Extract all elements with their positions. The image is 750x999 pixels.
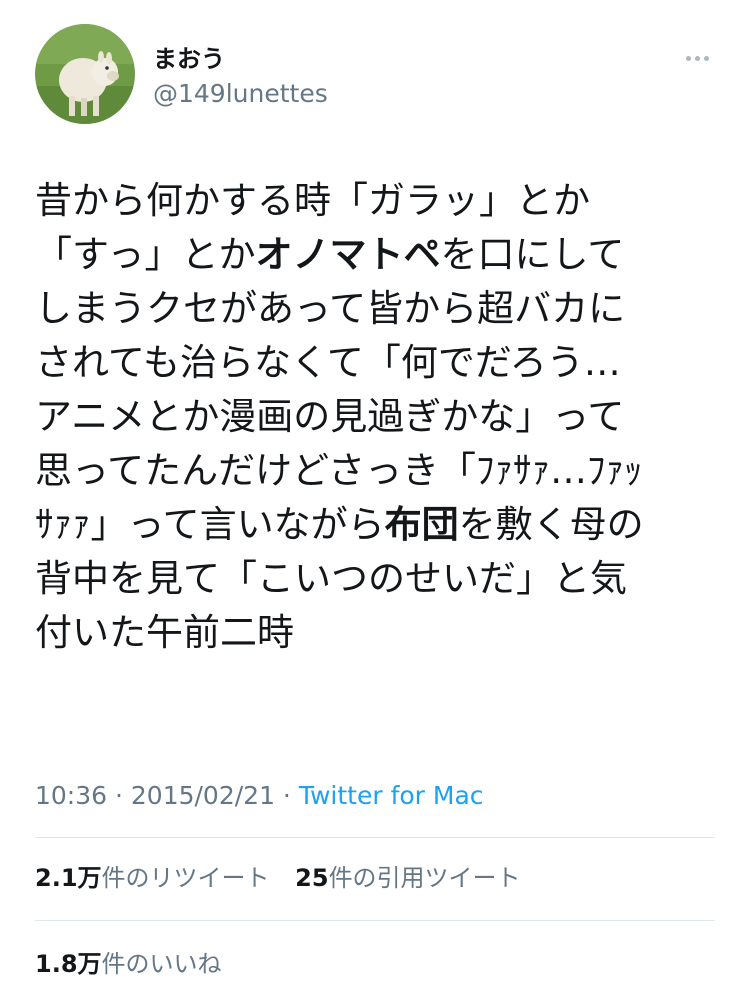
tweet-text-segment: しまうクセがあって皆から超バカに — [35, 287, 626, 330]
user-handle[interactable]: @149lunettes — [153, 78, 328, 110]
tweet-text-line: 背中を見て「こいつのせいだ」と気 — [35, 552, 720, 606]
alpaca-avatar-icon — [35, 24, 135, 124]
tweet-text-segment: 背中を見て「こいつのせいだ」と気 — [35, 557, 627, 600]
more-dot-icon — [694, 55, 700, 61]
tweet-meta: 10:36 · 2015/02/21 · Twitter for Mac — [35, 778, 484, 814]
tweet-text-segment: ｻｧｧ」って言いながら — [35, 503, 385, 546]
tweet-text: 昔から何かする時「ガラッ」とか 「すっ」とかオノマトペを口にして しまうクセがあって… — [35, 174, 720, 660]
quotes-count: 25 — [295, 864, 329, 892]
more-dot-icon — [703, 55, 709, 61]
tweet-text-segment: 思ってたんだけどさっき「ﾌｧｻｧ…ﾌｧｯ — [35, 449, 643, 492]
tweet-text-segment: アニメとか漫画の見過ぎかな」って — [35, 395, 625, 438]
quotes-label: 件の引用ツイート — [328, 864, 521, 892]
tweet-text-line: 昔から何かする時「ガラッ」とか — [35, 174, 720, 228]
likes-count: 1.8万 — [35, 950, 102, 978]
tweet-text-segment: を敷く母の — [458, 503, 644, 546]
tweet-text-line: 思ってたんだけどさっき「ﾌｧｻｧ…ﾌｧｯ — [35, 444, 720, 498]
likes-stat[interactable]: 1.8万件のいいね — [35, 950, 222, 978]
display-name[interactable]: まおう — [153, 44, 328, 74]
tweet-text-segment: を口にして — [440, 233, 625, 276]
more-dot-icon — [685, 55, 691, 61]
tweet-text-line: ｻｧｧ」って言いながら布団を敷く母の — [35, 498, 720, 552]
tweet-text-line: 付いた午前二時 — [35, 606, 720, 660]
tweet-text-line: されても治らなくて「何でだろう… — [35, 336, 720, 390]
tweet-text-bold-segment: オノマトペ — [255, 233, 441, 276]
quotes-stat[interactable]: 25件の引用ツイート — [295, 864, 520, 892]
tweet-text-bold-segment: 布団 — [384, 503, 459, 546]
tweet-time[interactable]: 10:36 — [35, 781, 107, 810]
retweets-label: 件のリツイート — [101, 864, 270, 892]
more-options-button[interactable] — [677, 48, 717, 68]
tweet-client-link[interactable]: Twitter for Mac — [299, 781, 484, 810]
engagement-stats-row: 2.1万件のリツイート 25件の引用ツイート — [35, 860, 539, 896]
tweet-text-line: しまうクセがあって皆から超バカに — [35, 282, 720, 336]
author-names: まおう @149lunettes — [153, 44, 328, 110]
tweet-text-segment: されても治らなくて「何でだろう… — [35, 341, 621, 384]
tweet-text-segment: 昔から何かする時「ガラッ」とか — [35, 179, 590, 222]
divider — [35, 920, 715, 921]
tweet-text-line: 「すっ」とかオノマトペを口にして — [35, 228, 720, 282]
tweet-text-segment: 「すっ」とか — [35, 233, 256, 276]
retweets-stat[interactable]: 2.1万件のリツイート — [35, 864, 270, 892]
divider — [35, 837, 715, 838]
avatar[interactable] — [35, 24, 135, 124]
tweet-date[interactable]: 2015/02/21 — [131, 781, 275, 810]
tweet-header: まおう @149lunettes — [35, 24, 725, 130]
likes-label: 件のいいね — [101, 950, 222, 978]
retweets-count: 2.1万 — [35, 864, 102, 892]
tweet-text-segment: 付いた午前二時 — [35, 611, 294, 654]
meta-separator: · — [107, 781, 131, 810]
tweet-text-line: アニメとか漫画の見過ぎかな」って — [35, 390, 720, 444]
likes-stats-row: 1.8万件のいいね — [35, 946, 240, 982]
meta-separator: · — [274, 781, 299, 810]
